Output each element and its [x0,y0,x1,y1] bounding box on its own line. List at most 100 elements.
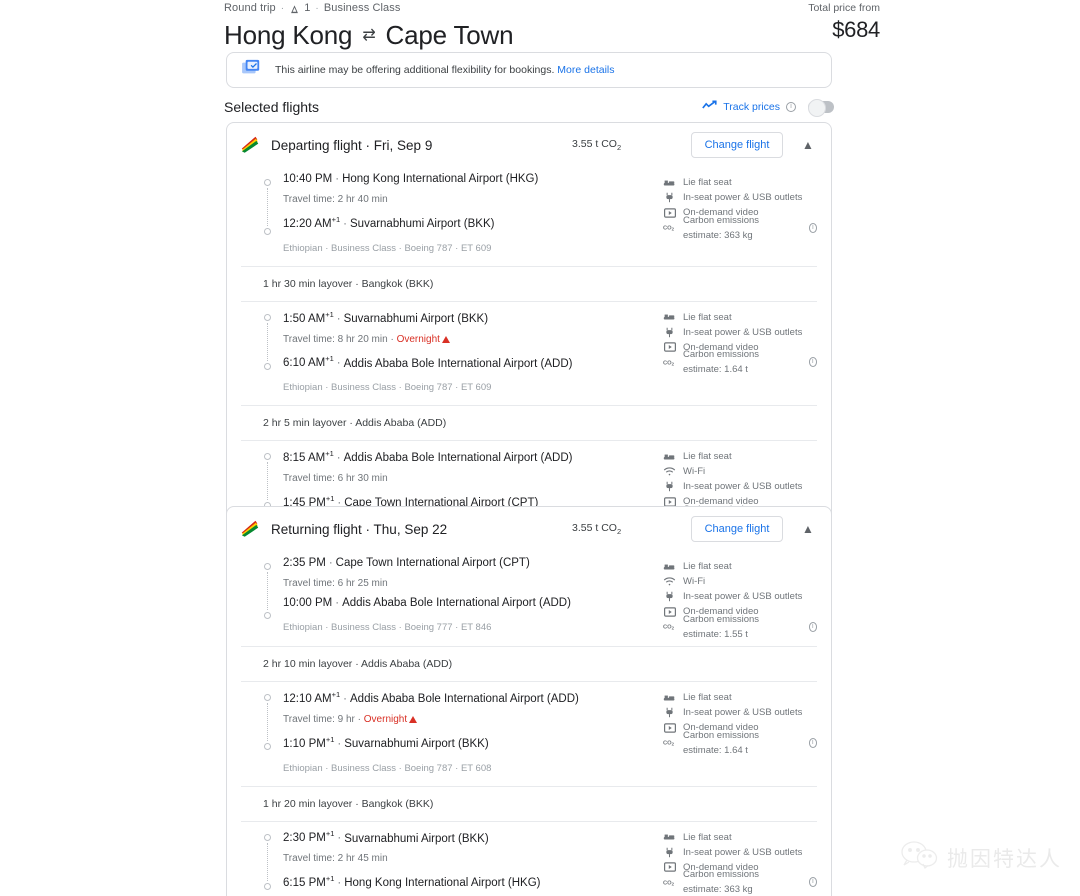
change-flight-button[interactable]: Change flight [691,516,783,542]
info-icon[interactable]: i [808,877,817,888]
layover-info: 2 hr 10 min layover · Addis Ababa (ADD) [263,658,453,670]
amenity-item: CO 2 Carbon emissions estimate: 363 kg i [663,869,817,895]
svg-text:2: 2 [672,881,675,886]
timeline-dot-depart [264,313,271,321]
arrival-row: 1:10 PM+1 · Suvarnabhumi Airport (BKK) [283,731,641,753]
timeline-line [267,188,268,226]
video-icon [663,606,676,617]
ethiopian-airlines-logo [241,520,259,537]
svg-text:2: 2 [672,742,675,747]
departure-row: 2:30 PM+1 · Suvarnabhumi Airport (BKK) [283,826,641,848]
timeline-line [267,322,268,361]
day-offset: +1 [325,354,334,364]
passenger-count: 1 [304,2,311,14]
timeline-dot-arrive [264,362,271,370]
flight-card-title: Returning flight · Thu, Sep 22 [271,521,448,537]
travel-time: Travel time: 9 hr · Overnight [283,711,641,728]
amenity-label: Lie flat seat [683,831,732,843]
video-icon [663,342,676,353]
amenity-label: Lie flat seat [683,692,732,703]
info-icon[interactable]: i [808,737,817,748]
amenity-label: Carbon emissions estimate: 363 kg [683,214,760,241]
svg-text:2: 2 [672,362,675,367]
segment-details: 2:35 PM · Cape Town International Airport … [263,555,641,634]
amenity-label: Carbon emissions estimate: 1.55 t [683,613,760,640]
amenity-item: In-seat power & USB outlets [663,190,817,205]
swap-arrows-icon: ⇄ [362,27,376,44]
power-outlet-icon [663,847,676,858]
info-icon[interactable]: i [808,621,817,632]
chevron-up-icon[interactable]: ▲ [797,518,819,540]
departure-airport: Cape Town International Airport (CPT) [335,557,530,569]
timeline-dot-arrive [264,743,271,750]
banner-text: This airline may be offering additional … [275,64,615,76]
segment-meta: Ethiopian · Business Class · Boeing 787 … [283,762,492,774]
co2-total: 3.55 t CO2 [572,521,622,537]
chevron-up-icon[interactable]: ▲ [797,134,819,156]
amenity-label: In-seat power & USB outlets [683,192,803,203]
separator: · [336,452,341,465]
day-offset: +1 [325,309,334,319]
warning-triangle-icon [441,335,450,343]
lie-flat-seat-icon [663,451,676,462]
separator: · [335,173,340,185]
departure-time: 2:30 PM+1 [283,829,335,845]
amenity-item: Lie flat seat [663,175,817,190]
segment-meta: Ethiopian · Business Class · Boeing 787 … [283,242,492,254]
track-prices-toggle[interactable] [808,99,834,117]
amenity-item: Lie flat seat [663,449,817,464]
svg-text:CO: CO [663,360,672,366]
segment-timeline [263,563,275,619]
amenity-item: Lie flat seat [663,310,817,325]
day-offset: +1 [331,215,341,224]
segment-details: 2:30 PM+1 · Suvarnabhumi Airport (BKK) Trav… [263,826,641,896]
separator: · [337,877,342,890]
separator: · [335,597,340,609]
total-price: Total price from $684 [720,2,880,44]
lie-flat-seat-icon [663,692,676,703]
info-icon[interactable]: i [808,222,817,233]
amenity-item: Lie flat seat [663,559,817,574]
change-flight-button[interactable]: Change flight [691,132,783,158]
arrival-airport: Suvarnabhumi Airport (BKK) [344,737,489,750]
flight-card-header: Returning flight · Thu, Sep 22 3.55 t CO2… [227,507,831,551]
timeline-dot-depart [264,563,271,570]
flight-segment: 2:30 PM+1 · Suvarnabhumi Airport (BKK) Trav… [227,822,831,896]
arrival-row: 10:00 PM · Addis Ababa Bole International … [283,595,641,612]
departure-row: 8:15 AM+1 · Addis Ababa Bole International… [283,445,641,467]
timeline-dot-depart [264,694,271,701]
amenities-list: Lie flat seat In-seat power & USB outlets… [641,826,817,896]
total-price-value: $684 [832,17,880,42]
video-icon [663,862,676,873]
departure-airport: Addis Ababa Bole International Airport (… [343,452,573,465]
amenity-item: In-seat power & USB outlets [663,479,817,494]
timeline-line [267,572,268,610]
layover-info: 1 hr 20 min layover · Bangkok (BKK) [263,797,434,810]
info-icon[interactable]: i [786,102,796,112]
travel-time: Travel time: 2 hr 40 min [283,191,641,208]
more-details-link[interactable]: More details [557,64,614,76]
arrival-airport: Hong Kong International Airport (HKG) [344,877,541,890]
cabin-class-label: Business Class [323,2,401,14]
timeline-dot-depart [264,179,271,186]
flight-card-title: Departing flight · Fri, Sep 9 [271,137,433,153]
power-outlet-icon [663,591,676,602]
track-prices-label: Track prices [723,101,780,113]
co2-icon: CO2 [663,621,676,632]
flexibility-banner: This airline may be offering additional … [226,52,832,88]
amenity-label: Carbon emissions estimate: 363 kg [683,869,760,896]
banner-message: This airline may be offering additional … [275,64,555,76]
track-prices-control[interactable]: Track prices i [702,98,834,117]
arrival-airport: Addis Ababa Bole International Airport (… [342,597,571,609]
arrival-row: 6:15 PM+1 · Hong Kong International Airpor… [283,870,641,892]
travel-time-label: Travel time: 2 hr 40 min [283,194,388,205]
flight-card-returning: Returning flight · Thu, Sep 22 3.55 t CO2… [226,506,832,896]
info-icon[interactable]: i [808,357,817,368]
flight-card-departing: Departing flight · Fri, Sep 9 3.55 t CO2 C… [226,122,832,547]
travel-time: Travel time: 2 hr 45 min [283,850,641,867]
departure-time: 2:35 PM [283,557,326,569]
amenity-label: Carbon emissions estimate: 1.64 t [683,349,760,376]
overnight-label: Overnight [396,333,440,345]
separator: · [357,713,361,725]
day-offset: +1 [325,449,334,459]
